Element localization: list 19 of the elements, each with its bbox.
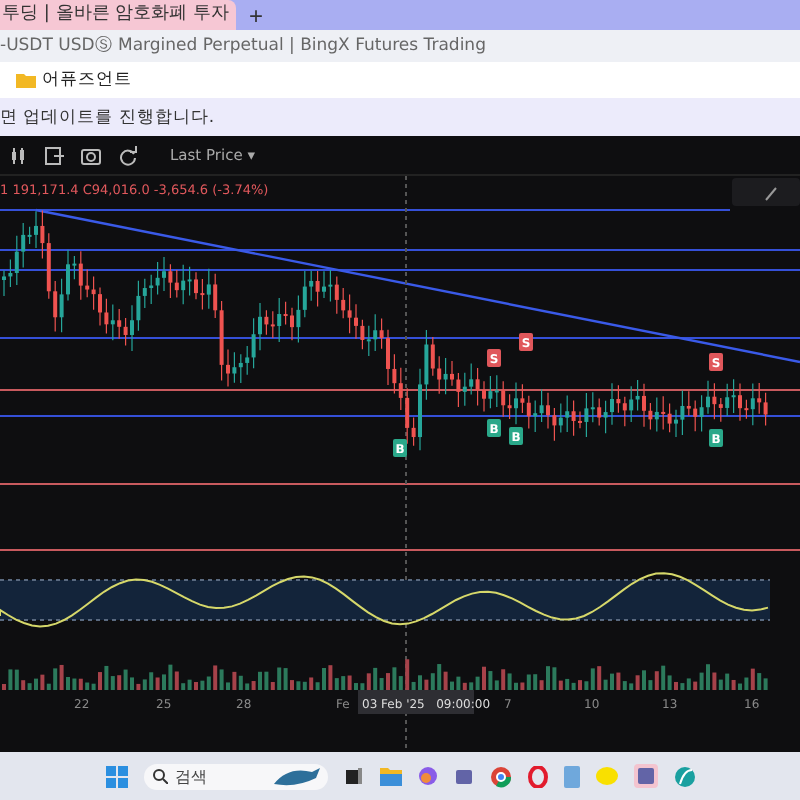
camera-icon[interactable] — [80, 145, 102, 165]
app-icon[interactable] — [673, 765, 695, 787]
notice-text: 면 업데이트를 진행합니다. — [0, 105, 215, 129]
task-view-icon[interactable] — [343, 766, 363, 786]
windows-start-icon[interactable] — [105, 765, 127, 787]
candles-icon[interactable] — [8, 145, 28, 165]
new-tab-button[interactable]: + — [236, 3, 275, 27]
browser-icon[interactable] — [489, 765, 511, 787]
folder-icon — [16, 72, 36, 88]
search-icon — [151, 768, 167, 784]
search-field[interactable]: 검색 — [143, 763, 327, 789]
bookmark-link[interactable]: 어퓨즈언트 — [42, 68, 132, 92]
folder-icon[interactable] — [379, 766, 401, 786]
ring-icon[interactable] — [527, 765, 547, 787]
browser-tab[interactable]: 투딩 | 올바른 암호화폐 투자 — [0, 0, 237, 30]
export-icon[interactable] — [44, 145, 64, 165]
swirl-icon[interactable] — [417, 766, 437, 786]
whale-icon — [271, 766, 319, 786]
refresh-icon[interactable] — [118, 145, 138, 165]
